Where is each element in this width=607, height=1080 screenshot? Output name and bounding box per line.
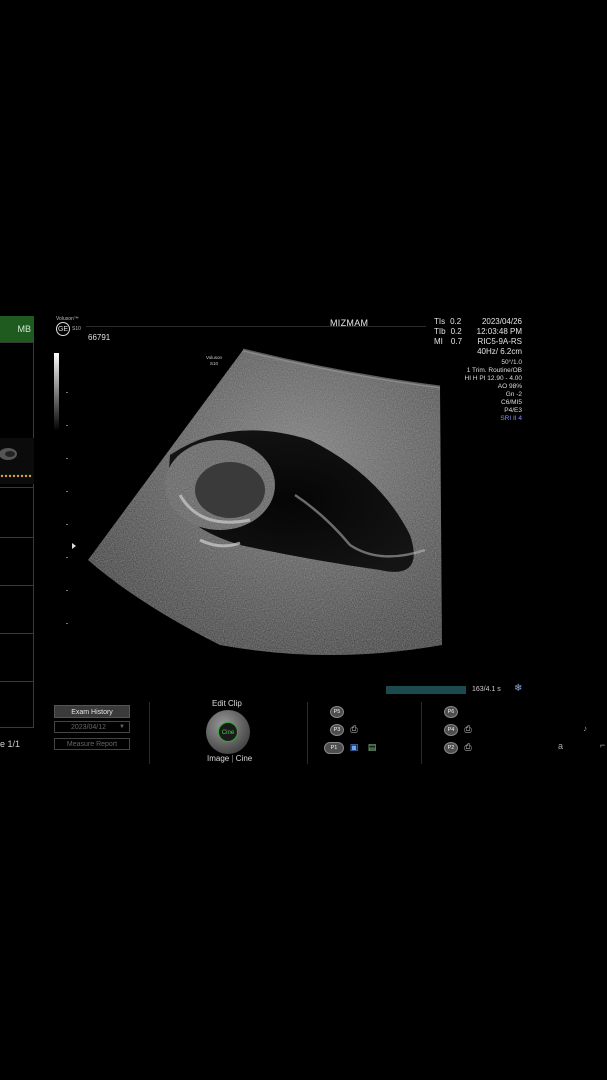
tis-value: 0.2 [450,317,462,326]
left-panel-tab[interactable]: MB [0,316,34,342]
image-cine-separator: | [231,754,234,763]
exam-time-display: 12:03:48 PM [476,327,522,336]
microphone-icon[interactable]: ♪ [583,724,587,733]
save-disk-icon[interactable]: ▣ [349,742,359,752]
param-map: C6/MI5 [501,399,522,406]
p3-button[interactable]: P3 [330,724,344,736]
cine-progress-bar[interactable] [386,686,466,694]
param-sri: SRI II 4 [500,415,522,422]
depth-tick [66,458,68,459]
panel-divider [149,702,150,764]
thermal-indices: TIs 0.2 TIb 0.2 MI 0.7 [434,317,462,347]
imaging-params: 50°/1.0 1 Trim. Routine/OB HI H PI 12.90… [465,359,522,423]
tib-label: TIb [434,327,446,336]
exam-history-button[interactable]: Exam History [54,705,130,718]
p5-button[interactable]: P5 [330,706,344,718]
brand-label: Voluson™ [56,316,79,322]
image-label: Image [207,754,230,763]
param-gain: Gn -2 [505,391,522,398]
param-harmonic: HI H PI 12.90 - 4.00 [464,375,522,382]
p4-button[interactable]: P4 [444,724,458,736]
depth-tick [66,557,68,558]
snowflake-icon[interactable]: ❄ [514,683,522,694]
patient-id: 66791 [88,333,111,342]
depth-tick [66,425,68,426]
edit-clip-label: Edit Clip [212,699,242,708]
page-indicator: e 1/1 [0,739,21,749]
header-divider [86,326,426,327]
exam-date-display: 2023/04/26 [481,317,522,326]
depth-tick [66,491,68,492]
image-cine-toggle[interactable]: Image | Cine [207,754,252,763]
p2-button[interactable]: P2 [444,742,458,754]
depth-tick [66,524,68,525]
ge-logo-icon: GE [56,322,70,336]
thumbnail-image[interactable] [0,438,34,484]
list-divider [0,537,34,538]
edge-control-icon[interactable]: ⌐ [600,740,605,750]
focus-marker-icon[interactable] [72,543,76,549]
tib-value: 0.2 [450,327,462,336]
param-ao: AO 98% [497,383,522,390]
param-angle: 50°/1.0 [501,359,522,366]
depth-tick [66,392,68,393]
panel-divider [307,702,308,764]
cine-label: Cine [235,754,253,763]
cine-frame-count: 163/4.1 s [472,686,501,693]
date-time-block: 2023/04/26 12:03:48 PM RIC5-9A-RS 40Hz/ … [477,317,522,357]
list-divider [0,681,34,682]
exam-date-value: 2023/04/12 [71,724,107,731]
depth-tick [66,623,68,624]
probe-name: RIC5-9A-RS [477,337,522,346]
p6-button[interactable]: P6 [444,706,458,718]
tis-label: TIs [434,317,446,326]
p1-button[interactable]: P1 [324,742,344,754]
ultrasound-image[interactable] [80,345,470,665]
param-persistence: P4/E3 [504,407,522,414]
param-preset: 1 Trim. Routine/OB [466,367,522,374]
depth-tick [66,590,68,591]
print-icon[interactable]: ⎙ [463,742,473,752]
panel-divider [421,702,422,764]
image-store-icon[interactable]: ▤ [367,742,377,752]
model-label: S10 [72,326,81,332]
measure-report-button[interactable]: Measure Report [54,738,130,750]
far-right-label: a [558,741,564,751]
chevron-down-icon: ▼ [119,724,125,730]
list-divider [0,633,34,634]
freq-depth: 40Hz/ 6.2cm [477,347,522,356]
patient-name: MIZMAM [330,318,369,328]
list-divider [0,487,34,488]
list-divider [0,585,34,586]
exam-date-select[interactable]: 2023/04/12 ▼ [54,721,130,733]
print-icon[interactable]: ⎙ [349,724,359,734]
sector-field [88,348,442,655]
grayscale-bar [54,353,59,431]
print-icon[interactable]: ⎙ [463,724,473,734]
cine-knob-center[interactable]: Cine [218,722,238,742]
left-panel-list [0,342,34,728]
